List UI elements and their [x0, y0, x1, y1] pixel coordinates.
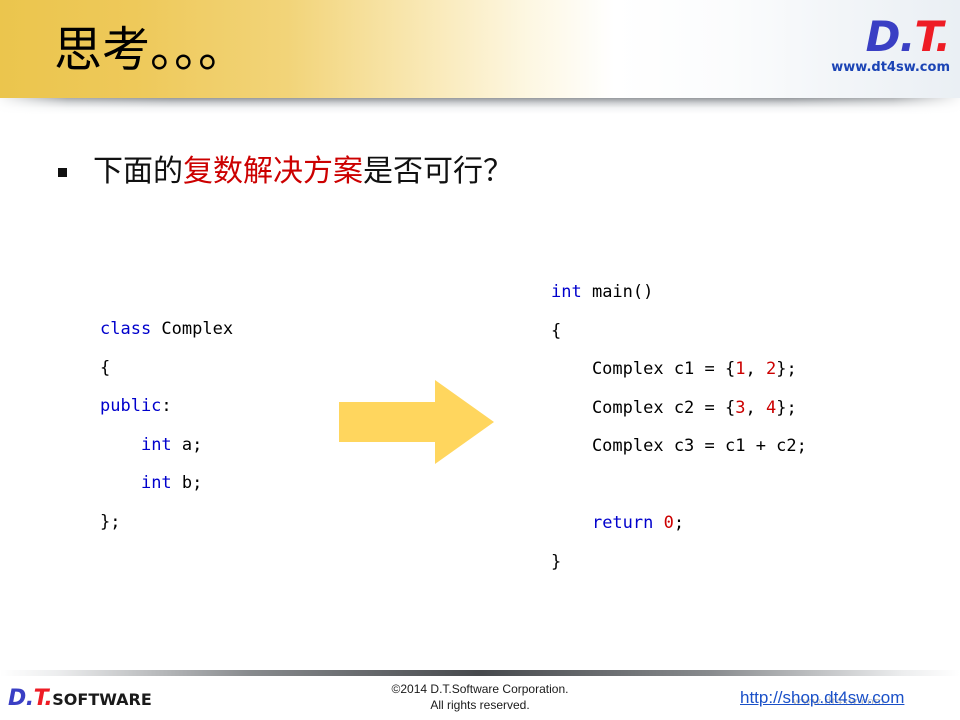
code-token: , [745, 359, 766, 379]
code-token: ; [673, 513, 685, 533]
footer-logo-word-cap: S [52, 690, 64, 709]
code-token: } [551, 551, 562, 572]
footer-logo: D.T.SOFTWARE [8, 688, 152, 710]
code-line: } [551, 543, 807, 582]
footer-logo-word-rest: OFTWARE [63, 690, 152, 709]
flow-arrow-icon [339, 380, 494, 464]
code-token: main() [581, 282, 654, 302]
bullet-line: 下面的复数解决方案是否可行？ [58, 152, 513, 192]
footer-logo-letter-d: D [8, 686, 26, 711]
code-token: b; [171, 473, 203, 493]
code-token: Complex [151, 319, 234, 339]
code-token: class [100, 319, 152, 339]
code-line: class Complex [100, 310, 233, 349]
code-line: public: [100, 387, 233, 426]
footer-shop-link[interactable]: http://shop.dt4sw.com [740, 688, 904, 708]
code-token: }; [776, 359, 797, 379]
bullet-square-icon [58, 168, 67, 177]
brand-logo-mark: D.T. [831, 16, 951, 58]
brand-logo-letter-t: T [914, 12, 936, 61]
code-line: }; [100, 503, 233, 542]
code-token: 2 [765, 359, 777, 379]
code-block-main: int main() { Complex c1 = {1, 2}; Complex… [551, 273, 807, 581]
code-token: return [591, 513, 654, 533]
page-title: 思考。。。 [54, 22, 247, 78]
brand-logo-dot-2: . [935, 12, 951, 61]
code-token: 1 [735, 359, 746, 379]
bullet-text: 下面的复数解决方案是否可行？ [93, 152, 513, 192]
footer-copyright: ©2014 D.T.Software Corporation. All righ… [330, 681, 630, 713]
code-line: Complex c3 = c1 + c2; [551, 427, 807, 466]
footer-copyright-line-1: ©2014 D.T.Software Corporation. [391, 682, 569, 696]
footer-divider [0, 670, 960, 676]
footer-link-area: www.dt4sw.com http://shop.dt4sw.com [700, 688, 950, 714]
code-block-class-complex: class Complex { public: int a; int b;}; [100, 310, 233, 541]
footer-logo-dot-1: . [25, 686, 34, 711]
code-token: }; [100, 511, 121, 532]
bullet-text-before: 下面的 [93, 154, 183, 189]
code-token: 0 [663, 513, 674, 533]
code-token: Complex c1 = { [551, 359, 736, 379]
code-line: int a; [100, 426, 233, 465]
code-line: int b; [100, 464, 233, 503]
footer-copyright-line-2: All rights reserved. [430, 698, 530, 712]
code-token: 4 [765, 397, 777, 418]
slide-canvas: 思考。。。 D.T. www.dt4sw.com 下面的复数解决方案是否可行？ … [0, 0, 960, 720]
brand-logo-letter-d: D [865, 12, 901, 61]
code-token: Complex c2 = { [551, 397, 736, 418]
code-token: 3 [735, 397, 746, 418]
code-line: return 0; [551, 504, 807, 543]
code-token: int [551, 282, 582, 302]
code-token: { [551, 320, 562, 341]
header-shadow-mask [0, 98, 960, 114]
code-token: a; [171, 434, 203, 455]
code-token: public [100, 396, 162, 416]
brand-logo-dot-1: . [899, 12, 916, 61]
code-token: }; [776, 397, 797, 418]
code-token: int [140, 434, 172, 455]
code-line: Complex c2 = {3, 4}; [551, 389, 807, 428]
code-token: : [161, 396, 172, 416]
code-token: int [140, 473, 172, 493]
code-token: , [745, 397, 766, 418]
bullet-text-highlight: 复数解决方案 [183, 154, 363, 189]
code-token: Complex c3 = c1 + c2; [551, 436, 807, 456]
code-line: { [100, 349, 233, 388]
code-line: { [551, 312, 807, 351]
footer-logo-letter-t: T [33, 686, 45, 711]
code-token: { [100, 357, 111, 378]
code-line: int main() [551, 273, 807, 312]
code-line: Complex c1 = {1, 2}; [551, 350, 807, 389]
bullet-text-after: 是否可行？ [363, 154, 513, 189]
brand-logo: D.T. www.dt4sw.com [831, 16, 951, 75]
brand-logo-url: www.dt4sw.com [831, 60, 950, 75]
